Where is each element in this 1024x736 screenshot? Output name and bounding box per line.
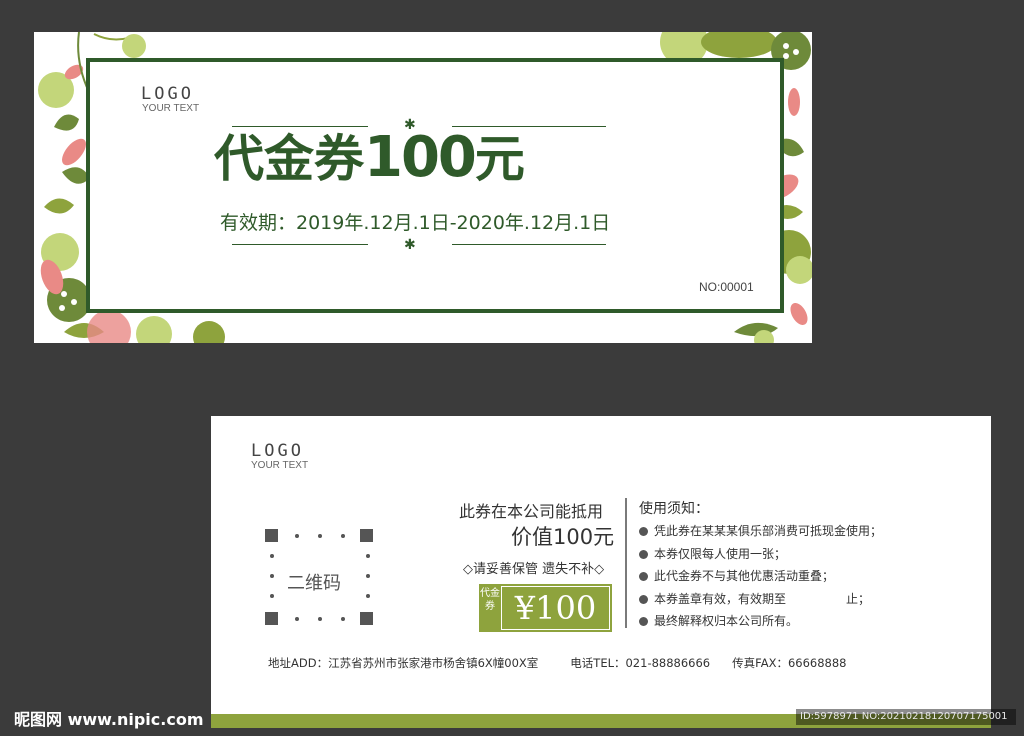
note-text: 此代金券不与其他优惠活动重叠； — [654, 569, 835, 583]
voucher-back: LOGO YOUR TEXT 二维码 此券在本公司能抵用 价值100元 ◇请妥善… — [211, 416, 991, 728]
contact-footer: 地址ADD：江苏省苏州市张家港市杨舍镇6X幢00X室 电话TEL：021-8888… — [268, 655, 846, 671]
logo-title: LOGO — [141, 84, 194, 104]
qr-dot — [366, 594, 370, 598]
qr-corner — [265, 612, 278, 625]
bullet-icon — [639, 527, 648, 536]
amount-badge: 代金券 ¥100 — [479, 584, 612, 632]
list-item: 最终解释权归本公司所有。 — [639, 610, 882, 633]
vertical-divider — [625, 498, 627, 628]
title-amount: 100 — [364, 125, 477, 190]
serial-number: NO:00001 — [699, 280, 754, 294]
qr-dot — [295, 617, 299, 621]
title-rule — [232, 244, 368, 245]
note-text: 凭此券在某某某俱乐部消费可抵现金使用； — [654, 524, 883, 538]
list-item: 此代金券不与其他优惠活动重叠； — [639, 565, 882, 588]
value-line: 价值100元 — [511, 525, 615, 549]
usage-line: 此券在本公司能抵用 — [459, 502, 604, 521]
image-id-watermark: ID:5978971 NO:20210218120707175001 — [796, 709, 1016, 725]
qr-dot — [366, 574, 370, 578]
bullet-icon — [639, 594, 648, 604]
note-text: 最终解释权归本公司所有。 — [654, 614, 799, 628]
site-watermark: 昵图网 www.nipic.com — [14, 710, 204, 729]
bullet-icon — [639, 617, 648, 626]
title-rule — [232, 126, 368, 127]
qr-dot — [318, 617, 322, 621]
note-text: 本券仅限每人使用一张； — [654, 546, 787, 561]
title-rule — [452, 244, 606, 245]
title-prefix: 代金券 — [214, 130, 364, 188]
voucher-title: 代金券100元 — [214, 130, 634, 188]
list-item: 本券仅限每人使用一张； — [639, 543, 882, 566]
badge-label: 代金券 — [480, 588, 500, 612]
badge-amount: ¥100 — [501, 586, 610, 630]
list-item: 本券盖章有效，有效期至 止； — [639, 588, 882, 611]
qr-dot — [270, 574, 274, 578]
star-icon: ✱ — [404, 237, 416, 253]
qr-corner — [360, 612, 373, 625]
qr-label: 二维码 — [287, 573, 341, 594]
voucher-front: LOGO YOUR TEXT ✱ ✱ 代金券100元 有效期：2019年.12月… — [34, 32, 812, 343]
qr-code-placeholder: 二维码 — [265, 529, 375, 625]
qr-dot — [341, 617, 345, 621]
qr-dot — [366, 554, 370, 558]
phone: 电话TEL：021-88886666 — [570, 656, 711, 670]
bullet-icon — [639, 549, 648, 559]
qr-dot — [295, 534, 299, 538]
logo-subtitle: YOUR TEXT — [251, 460, 309, 471]
qr-corner — [360, 529, 373, 542]
notes-title: 使用须知： — [639, 501, 709, 517]
fax: 传真FAX：66668888 — [732, 656, 847, 670]
validity-period: 有效期：2019年.12月.1日-2020年.12月.1日 — [220, 212, 611, 234]
qr-dot — [270, 594, 274, 598]
logo-subtitle: YOUR TEXT — [142, 103, 200, 114]
logo-title: LOGO — [251, 441, 304, 461]
qr-corner — [265, 529, 278, 542]
qr-dot — [341, 534, 345, 538]
keep-notice: ◇请妥善保管 遗失不补◇ — [463, 562, 605, 577]
qr-dot — [318, 534, 322, 538]
title-suffix: 元 — [474, 130, 525, 188]
address: 地址ADD：江苏省苏州市张家港市杨舍镇6X幢00X室 — [268, 656, 539, 670]
note-text: 本券盖章有效，有效期至 止； — [654, 591, 871, 606]
bullet-icon — [639, 572, 648, 581]
title-rule — [452, 126, 606, 127]
usage-notes-list: 凭此券在某某某俱乐部消费可抵现金使用； 本券仅限每人使用一张； 此代金券不与其他… — [639, 520, 882, 633]
qr-dot — [270, 554, 274, 558]
list-item: 凭此券在某某某俱乐部消费可抵现金使用； — [639, 520, 882, 543]
